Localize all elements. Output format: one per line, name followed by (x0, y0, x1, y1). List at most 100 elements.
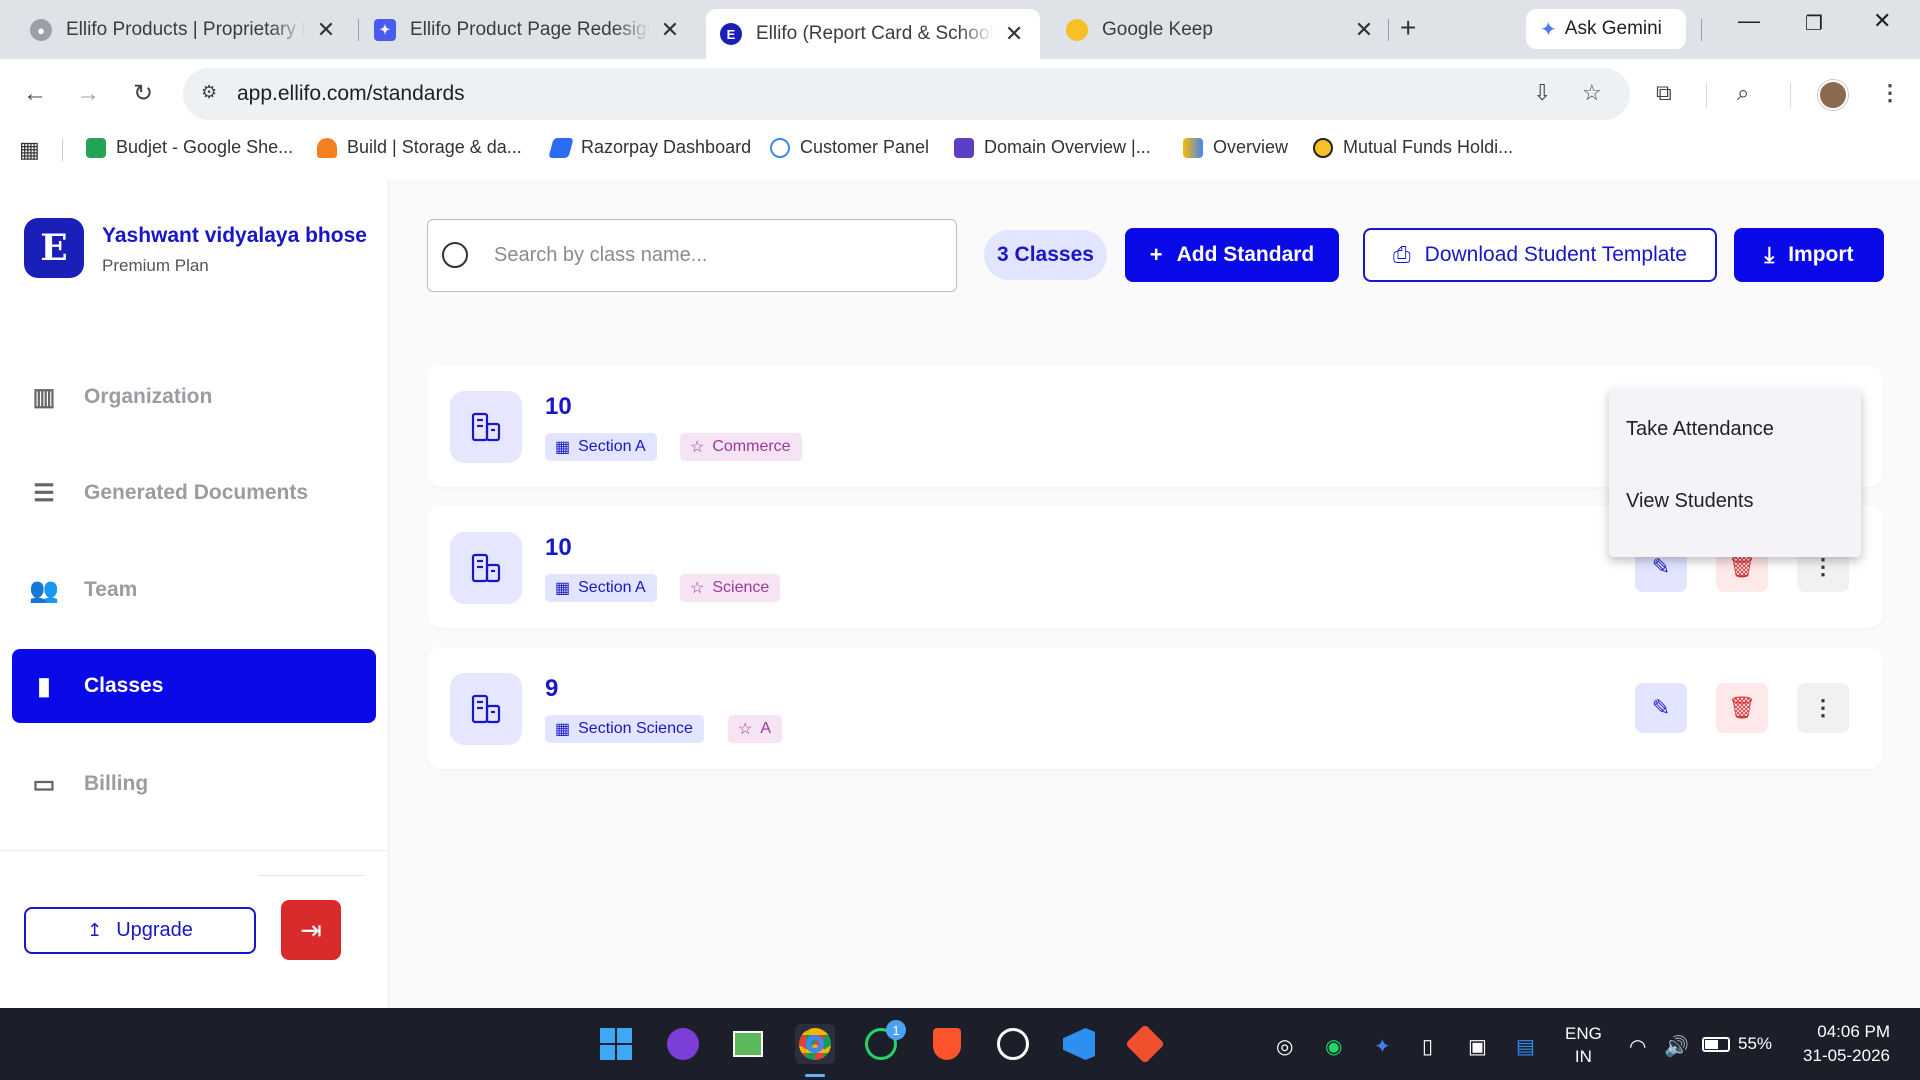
app-tray-icon[interactable]: ▤ (1516, 1034, 1535, 1059)
semrush-icon (954, 137, 974, 158)
org-logo: E (24, 218, 84, 278)
whatsapp-tray-icon[interactable]: ◉ (1325, 1034, 1342, 1059)
language-indicator[interactable]: ENG IN (1565, 1022, 1602, 1068)
restore-icon[interactable]: ❐ (1805, 11, 1823, 36)
address-bar[interactable]: ⚙ app.ellifo.com/standards ⇩ ☆ (183, 68, 1630, 120)
ask-gemini-button[interactable]: ✦ Ask Gemini (1526, 9, 1686, 49)
download-file-icon: ⎙ (1393, 242, 1411, 267)
bookmark-domain-overview[interactable]: Domain Overview |... (954, 137, 1151, 158)
image-viewer-icon[interactable] (728, 1024, 768, 1064)
analytics-icon (1183, 137, 1203, 158)
section-chip: ▦ Section A (545, 433, 657, 461)
search-icon (442, 242, 468, 268)
volume-icon[interactable]: 🔊 (1664, 1034, 1689, 1059)
bookmark-overview[interactable]: Overview (1183, 137, 1288, 158)
active-app-indicator (805, 1074, 825, 1077)
edit-button[interactable]: ✎ (1635, 683, 1687, 733)
tab-google-keep[interactable]: Google Keep ✕ (1052, 9, 1390, 51)
extensions-icon[interactable]: ⧉ (1656, 80, 1672, 106)
add-standard-button[interactable]: + Add Standard (1125, 228, 1339, 282)
minimize-icon[interactable]: — (1738, 8, 1760, 34)
display-icon[interactable]: ▣ (1468, 1034, 1487, 1059)
download-template-button[interactable]: ⎙ Download Student Template (1363, 228, 1717, 282)
trash-icon: 🗑 (1728, 695, 1756, 720)
usb-icon[interactable]: ▯ (1422, 1034, 1433, 1059)
star-icon: ☆ (738, 721, 753, 738)
tab-figma[interactable]: ✦ Ellifo Product Page Redesign - Figma ✕ (360, 9, 696, 51)
chatgpt-icon[interactable] (993, 1024, 1033, 1064)
import-button[interactable]: ⤓ Import (1734, 228, 1884, 282)
stream-chip: ☆ Commerce (680, 433, 802, 461)
wifi-icon[interactable]: ◠ (1629, 1034, 1646, 1059)
close-window-icon[interactable]: ✕ (1873, 8, 1891, 34)
chrome-menu-icon[interactable]: ⋮ (1879, 80, 1901, 106)
menu-item-take-attendance[interactable]: Take Attendance (1626, 418, 1774, 441)
sidebar: E Yashwant vidyalaya bhose Premium Plan … (0, 180, 389, 1008)
bookmark-mutual-funds[interactable]: Mutual Funds Holdi... (1313, 137, 1513, 158)
apps-grid-icon[interactable]: ▦ (19, 137, 40, 163)
upgrade-button[interactable]: ↥ Upgrade (24, 907, 256, 954)
sidebar-item-organization[interactable]: ▥ Organization (12, 360, 376, 434)
profile-avatar[interactable] (1818, 80, 1848, 110)
classes-count-badge: 3 Classes (984, 230, 1107, 280)
grid-icon: ▦ (555, 439, 571, 456)
git-icon[interactable] (1125, 1024, 1165, 1064)
star-icon: ☆ (690, 439, 705, 456)
stream-chip: ☆ Science (680, 574, 781, 602)
more-options-button[interactable]: ⋮ (1797, 683, 1849, 733)
bookmark-budjet[interactable]: Budjet - Google She... (86, 137, 293, 158)
fund-icon (1313, 137, 1333, 158)
menu-item-view-students[interactable]: View Students (1626, 490, 1754, 513)
logout-button[interactable]: ⇥ (281, 900, 341, 960)
start-icon[interactable] (596, 1024, 636, 1064)
close-tab-icon[interactable]: ✕ (1002, 21, 1026, 47)
app-root: E Yashwant vidyalaya bhose Premium Plan … (0, 180, 1920, 1008)
chatgpt-tray-icon[interactable]: ◎ (1276, 1034, 1293, 1059)
reload-icon[interactable]: ↻ (127, 79, 159, 108)
back-icon[interactable]: ← (19, 80, 51, 108)
copilot-tray-icon[interactable]: ✦ (1374, 1034, 1391, 1059)
notification-badge: 1 (886, 1020, 906, 1040)
credit-card-icon: ▭ (32, 770, 56, 798)
class-card[interactable]: 9 ▦ Section Science ☆ A ✎ 🗑 ⋮ (427, 647, 1883, 769)
grid-icon: ▦ (555, 721, 571, 738)
sidebar-item-billing[interactable]: ▭ Billing (12, 747, 376, 821)
bookmark-razorpay[interactable]: Razorpay Dashboard (548, 137, 751, 158)
bookmark-customer-panel[interactable]: Customer Panel (770, 137, 929, 158)
bookmark-star-icon[interactable]: ☆ (1582, 80, 1602, 106)
new-tab-icon[interactable]: + (1400, 12, 1416, 44)
bookmark-divider (62, 139, 63, 161)
tab-search-icon[interactable]: ⌕ (1737, 80, 1749, 106)
sidebar-item-generated-documents[interactable]: ☰ Generated Documents (12, 456, 376, 530)
system-clock[interactable]: 04:06 PM 31-05-2026 (1790, 1020, 1890, 1068)
close-tab-icon[interactable]: ✕ (658, 17, 682, 43)
more-vertical-icon: ⋮ (1812, 695, 1834, 720)
install-app-icon[interactable]: ⇩ (1533, 80, 1551, 106)
team-icon: 👥 (29, 576, 59, 604)
site-settings-icon[interactable]: ⚙ (201, 82, 217, 103)
bookmark-build[interactable]: Build | Storage & da... (317, 137, 522, 158)
brave-icon[interactable] (927, 1024, 967, 1064)
edit-icon: ✎ (1651, 695, 1671, 720)
edit-icon: ✎ (1651, 554, 1671, 579)
toolbar-divider (1790, 82, 1791, 108)
sheets-icon (86, 137, 106, 158)
battery-status[interactable]: 55% (1702, 1034, 1772, 1054)
building-icon: ▥ (32, 383, 56, 411)
class-actions-menu: Take Attendance View Students (1609, 389, 1861, 557)
tab-ellifo-products[interactable]: ● Ellifo Products | Proprietary Engineer… (16, 9, 352, 51)
close-tab-icon[interactable]: ✕ (314, 17, 338, 43)
github-desktop-icon[interactable] (663, 1024, 703, 1064)
sidebar-item-classes[interactable]: ▮ Classes (12, 649, 376, 723)
forward-icon[interactable]: → (72, 80, 104, 108)
tab-ellifo-erp[interactable]: E Ellifo (Report Card & School ERP) ✕ (706, 9, 1040, 59)
sidebar-item-team[interactable]: 👥 Team (12, 553, 376, 627)
toolbar-divider (1706, 82, 1707, 108)
chrome-icon[interactable] (795, 1024, 835, 1064)
search-input[interactable] (494, 240, 934, 270)
plus-icon: + (1149, 242, 1163, 267)
close-tab-icon[interactable]: ✕ (1352, 17, 1376, 43)
search-box[interactable] (427, 219, 957, 292)
vscode-icon[interactable] (1059, 1024, 1099, 1064)
delete-button[interactable]: 🗑 (1716, 683, 1768, 733)
